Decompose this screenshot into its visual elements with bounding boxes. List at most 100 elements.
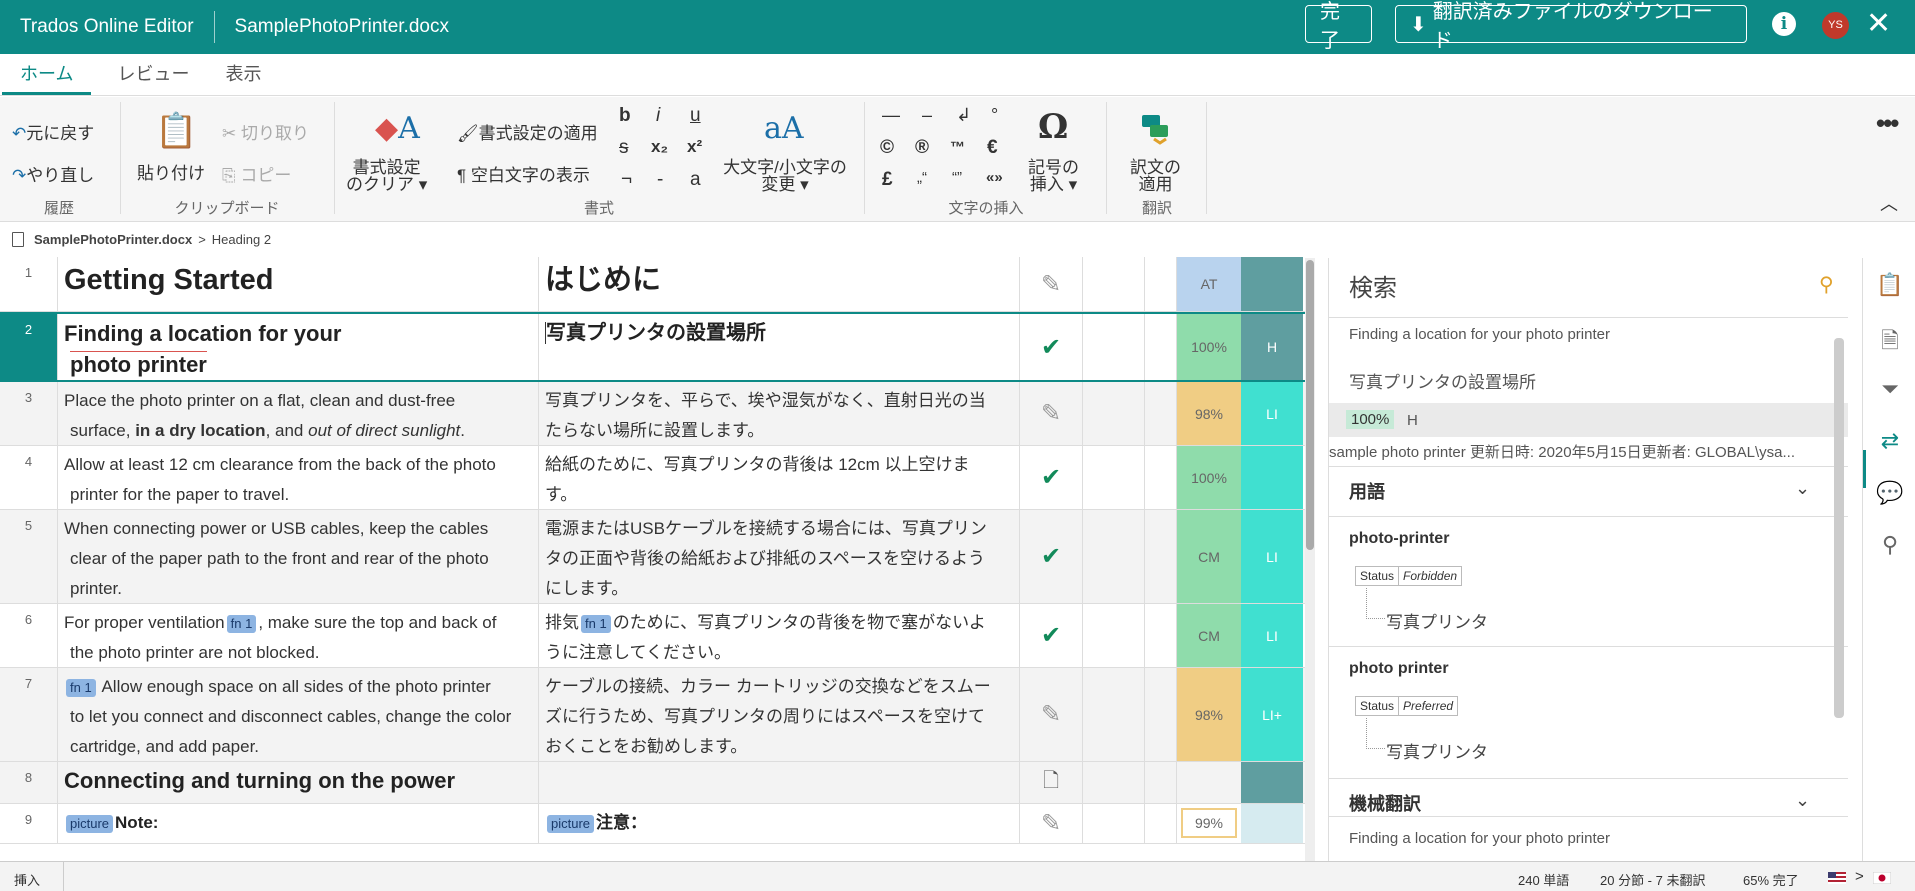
subscript-button[interactable]: x₂ [651,137,668,157]
degree-button[interactable]: ° [991,105,998,126]
undo-button[interactable]: ↶元に戻す [12,119,94,144]
close-icon[interactable]: ✕ [1866,6,1891,41]
line-break-button[interactable]: ↲ [956,105,971,126]
copy-button[interactable]: ⎘ コピー [222,161,291,186]
ribbon-divider [1206,102,1207,214]
strikethrough-button[interactable]: s [619,137,629,159]
info-icon[interactable]: i [1772,12,1796,36]
find-icon[interactable]: ⚲ [1876,532,1904,560]
input-mode: 挿入 [14,873,41,888]
underline-button[interactable]: u [690,105,701,127]
show-whitespace-button[interactable]: ¶ 空白文字の表示 [457,161,590,186]
search-icon[interactable]: ⚲ [1819,272,1834,297]
guillemet-button[interactable]: «» [986,169,1003,186]
hyphen-button[interactable]: - [657,169,663,191]
low-quote-button[interactable]: „“ [917,169,927,186]
target-line: タの正面や背後の給紙および排紙のスペースを空けるよう [545,549,985,568]
tab-view[interactable]: 表示 [225,60,271,95]
apply-translation-label-2: 適用 [1138,175,1173,194]
document-icon[interactable]: 🗎 [1876,324,1904,353]
tab-review[interactable]: レビュー [117,60,199,95]
panel-scrollbar[interactable] [1834,338,1844,718]
source-line: cartridge, and add paper. [70,737,260,756]
segment-row[interactable]: 3 Place the photo printer on a flat, cle… [0,382,1305,446]
apply-format-button[interactable]: 🖌書式設定の適用 [457,119,598,144]
term-target: 写真プリンタ [1366,588,1488,633]
footnote-tag[interactable]: fn 1 [581,614,611,633]
filter-icon[interactable]: ⏷ [1876,376,1904,404]
target-cell[interactable]: 給紙のために、写真プリンタの背後は 12cm 以上空けま す。 [539,446,1020,509]
omega-icon: Ω [1038,107,1069,147]
footnote-tag[interactable]: fn 1 [66,678,96,697]
done-button[interactable]: 完了 [1305,1,1372,52]
double-quote-button[interactable]: “” [952,169,962,186]
download-translation-button[interactable]: ⬇ 翻訳済みファイルのダウンロード [1395,1,1747,52]
grid-scrollbar[interactable] [1305,258,1315,861]
redo-button[interactable]: ↷やり直し [12,161,94,186]
segment-row[interactable]: 7 fn 1 Allow enough space on all sides o… [0,668,1305,762]
apply-translation-button[interactable]: 訳文の 適用 [1130,159,1181,193]
paste-button[interactable]: 貼り付け [137,159,205,184]
footnote-tag[interactable]: fn 1 [226,614,257,633]
target-cell[interactable]: picture 注意： [539,804,1020,843]
picture-tag[interactable]: picture [66,814,114,833]
segment-row[interactable]: 4 Allow at least 12 cm clearance from th… [0,446,1305,510]
segment-row[interactable]: 5 When connecting power or USB cables, k… [0,510,1305,604]
target-cell[interactable]: 写真プリンタを、平らで、埃や湿気がなく、直射日光の当 たらない場所に設置します。 [539,382,1020,445]
segment-row[interactable]: 6 For proper ventilation fn 1, make sure … [0,604,1305,668]
tab-home[interactable]: ホーム [2,60,92,95]
qa-checklist-icon[interactable]: 📋 [1876,272,1904,300]
chevron-right-icon: > [1855,868,1864,885]
insert-symbol-button[interactable]: 記号の 挿入 ▾ [1028,159,1079,193]
nonbreaking-button[interactable]: ¬ [621,169,632,191]
copyright-button[interactable]: © [880,137,894,159]
match-score: 100% [1177,446,1241,509]
bold-button[interactable]: b [619,105,631,127]
cut-button[interactable]: ✂ 切り取り [222,119,309,144]
euro-button[interactable]: € [987,137,998,159]
edit-status-icon: ✎ [1020,257,1083,311]
target-cell[interactable] [539,762,1020,803]
match-score: AT [1177,257,1241,311]
match-score: 98% [1177,382,1241,445]
target-cell[interactable]: 写真プリンタの設置場所 [539,314,1020,380]
more-options-icon[interactable]: ••• [1876,108,1899,139]
trademark-button[interactable]: ™ [950,139,965,156]
ribbon-tabs: ホーム レビュー 表示 [0,54,1915,96]
comments-icon[interactable]: 💬 [1876,480,1904,508]
breadcrumb-file[interactable]: SamplePhotoPrinter.docx [34,232,192,247]
segment-row[interactable]: 1 Getting Started はじめに ✎ AT [0,257,1305,312]
document-status-icon: 🗋 [1020,762,1083,803]
picture-tag[interactable]: picture [547,814,595,833]
chevron-down-icon[interactable]: ⌄ [1795,790,1810,811]
small-caps-button[interactable]: a [690,169,701,191]
source-cell: When connecting power or USB cables, kee… [57,510,539,603]
user-avatar[interactable]: YS [1822,12,1849,39]
target-cell[interactable]: 電源またはUSBケーブルを接続する場合には、写真プリン タの正面や背後の給紙およ… [539,510,1020,603]
breadcrumb-section[interactable]: Heading 2 [212,232,271,247]
target-cell[interactable]: 排気 fn 1 のために、写真プリンタの背後を物で塞がないよ うに注意してください。 [539,604,1020,667]
segment-row[interactable]: 8 Connecting and turning on the power 🗋 [0,762,1305,804]
en-dash-button[interactable]: – [922,105,932,126]
registered-button[interactable]: ® [915,137,929,159]
italic-button[interactable]: i [656,105,660,127]
change-case-button[interactable]: 大文字/小文字の 変更 ▾ [720,159,850,193]
grid-scrollbar-thumb[interactable] [1306,260,1314,550]
source-line: clear of the paper path to the front and… [70,549,489,568]
collapse-ribbon-icon[interactable]: ︿ [1880,190,1898,216]
clear-format-button[interactable]: 書式設定 のクリア ▾ [346,159,427,193]
pound-button[interactable]: £ [882,169,893,191]
tm-origin: H [1407,412,1418,429]
origin-cell [1241,804,1303,843]
segment-row-active[interactable]: 2 Finding a location for your photo prin… [0,312,1305,382]
apply-translation-icon [1140,113,1172,145]
target-cell[interactable]: はじめに [539,257,1020,311]
em-dash-button[interactable]: — [882,105,900,126]
superscript-button[interactable]: x² [687,137,702,157]
segment-row[interactable]: 9 picture Note: picture 注意： ✎ 99% [0,804,1305,844]
origin-cell [1241,762,1303,803]
translation-lookup-icon[interactable]: ⇄ [1876,428,1904,456]
target-cell[interactable]: ケーブルの接続、カラー カートリッジの交換などをスムー ズに行うため、写真プリン… [539,668,1020,761]
chevron-down-icon[interactable]: ⌄ [1795,478,1810,499]
source-cell: Finding a location for your photo printe… [57,314,539,380]
